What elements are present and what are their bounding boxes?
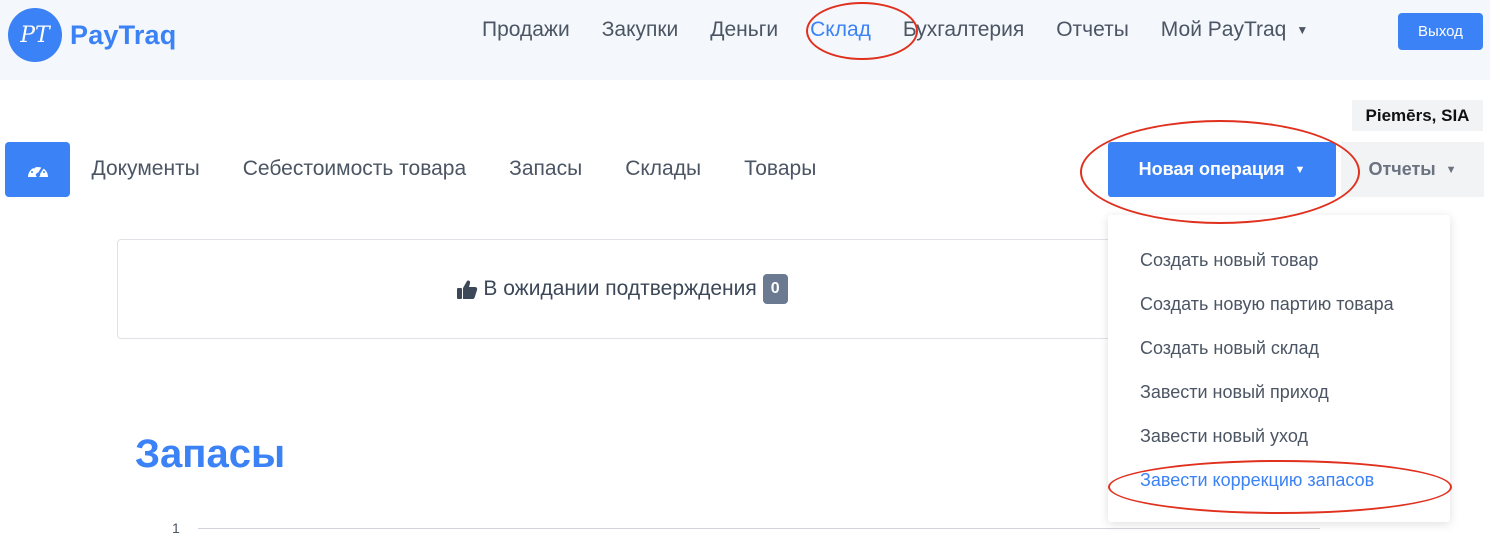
reports-label: Отчеты [1368, 159, 1436, 179]
nav-item-accounting[interactable]: Бухгалтерия [887, 15, 1040, 45]
pending-label: В ожидании подтверждения [483, 277, 757, 300]
menu-item-stock-correction[interactable]: Завести коррекцию запасов [1108, 461, 1450, 505]
thumbs-up-icon [457, 280, 478, 299]
menu-item-create-product-batch[interactable]: Создать новую партию товара [1108, 285, 1450, 329]
nav-item-reports[interactable]: Отчеты [1040, 15, 1145, 45]
warehouse-subnav: Документы Себестоимость товара Запасы Ск… [70, 154, 838, 184]
tab-warehouses[interactable]: Склады [604, 154, 723, 184]
dashboard-button[interactable] [5, 142, 70, 197]
chevron-down-icon: ▼ [1296, 23, 1309, 38]
speedometer-icon [27, 164, 48, 177]
logout-button[interactable]: Выход [1398, 13, 1483, 50]
tab-documents[interactable]: Документы [70, 154, 221, 184]
stock-section-title: Запасы [135, 432, 286, 476]
menu-item-create-warehouse[interactable]: Создать новый склад [1108, 329, 1450, 373]
chart-tick-label: 1 [172, 520, 180, 536]
main-nav: Продажи Закупки Деньги Склад Бухгалтерия… [466, 15, 1324, 45]
tab-cost-of-goods[interactable]: Себестоимость товара [221, 154, 487, 184]
menu-item-create-product[interactable]: Создать новый товар [1108, 241, 1450, 285]
reports-dropdown-button[interactable]: Отчеты ▼ [1341, 142, 1484, 197]
pending-confirmation-panel[interactable]: В ожидании подтверждения 0 [117, 239, 1127, 339]
new-operation-menu: Создать новый товар Создать новую партию… [1108, 215, 1450, 522]
new-operation-button[interactable]: Новая операция ▼ [1108, 142, 1336, 197]
top-header: PT PayTraq Продажи Закупки Деньги Склад … [0, 0, 1490, 80]
chart-gridline [198, 528, 1320, 529]
paytraq-logo[interactable]: PT PayTraq [8, 8, 176, 62]
tab-stock[interactable]: Запасы [488, 154, 604, 184]
pending-count-badge: 0 [762, 274, 788, 304]
new-operation-label: Новая операция [1138, 159, 1285, 179]
menu-item-new-issue[interactable]: Завести новый уход [1108, 417, 1450, 461]
nav-item-my-paytraq[interactable]: Мой PayTraq ▼ [1145, 15, 1324, 45]
company-badge: Piemērs, SIA [1352, 100, 1483, 131]
chevron-down-icon: ▼ [1445, 163, 1457, 176]
nav-item-warehouse[interactable]: Склад [794, 15, 887, 45]
nav-item-purchases[interactable]: Закупки [586, 15, 695, 45]
nav-item-money[interactable]: Деньги [694, 15, 794, 45]
logo-mark: PT [8, 8, 62, 62]
nav-item-sales[interactable]: Продажи [466, 15, 586, 45]
logo-wordmark: PayTraq [70, 19, 177, 50]
chevron-down-icon: ▼ [1294, 163, 1306, 176]
menu-item-new-receipt[interactable]: Завести новый приход [1108, 373, 1450, 417]
tab-products[interactable]: Товары [723, 154, 838, 184]
nav-item-my-paytraq-label: Мой PayTraq [1160, 18, 1287, 41]
